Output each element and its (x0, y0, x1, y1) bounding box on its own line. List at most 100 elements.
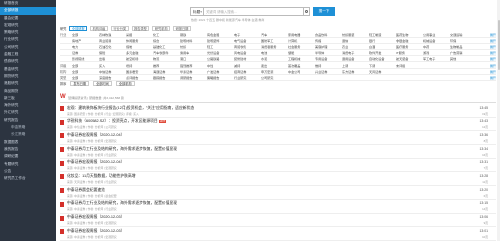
filter-option[interactable]: 医疗服务 (396, 44, 423, 49)
filter-option[interactable]: 美容护理 (315, 44, 342, 49)
filter-option[interactable]: 有色金属 (207, 32, 234, 37)
filter-option[interactable]: 行业研究 (234, 75, 261, 80)
filter-option[interactable]: 中药 (423, 44, 450, 49)
filter-option[interactable]: 国防军工 (261, 38, 288, 43)
sidebar-item[interactable]: 行业研究 (0, 36, 56, 43)
filter-option[interactable]: 白酒 (369, 44, 396, 49)
sidebar-item[interactable]: 研报首页 (0, 0, 56, 7)
filter-option[interactable]: 机械设备 (423, 38, 450, 43)
filter-option[interactable]: 证券 (72, 50, 99, 55)
filter-option[interactable]: 社会服务 (288, 44, 315, 49)
filter-option[interactable]: 军工电子 (423, 56, 450, 61)
filter-option[interactable]: 未评级 (396, 63, 423, 68)
filter-option[interactable]: 中性 (207, 63, 234, 68)
expand-link[interactable]: 展开 (482, 56, 496, 61)
sort-option[interactable]: 发布日期 (70, 81, 90, 86)
report-title[interactable]: 中泰证券宏观周报（2020-12-04） (67, 133, 124, 138)
filter-option[interactable]: 强烈推荐 (180, 63, 207, 68)
sort-option[interactable]: 全部机构 (115, 81, 135, 86)
filter-chip[interactable]: 研报日期 (173, 26, 191, 31)
list-item[interactable]: 宏观：建筑装饰板块行业报告(12月)投资机会，"关注"应用指南，适应新状态 来源:… (60, 104, 496, 118)
list-item[interactable]: 中泰证券月工行业及结构研究，海外需求逐步恢复，配置价值显现 来源: 中泰证券 | … (60, 145, 496, 159)
sidebar-item[interactable]: 商品期货 (0, 88, 56, 95)
filter-option[interactable]: 商业贸易 (99, 38, 126, 43)
expand-link[interactable]: 展开 (482, 32, 496, 37)
sidebar-item[interactable]: 晨会纪要 (0, 15, 56, 22)
sort-option[interactable]: 全部时间 (93, 81, 112, 86)
filter-option[interactable]: 计算机 (288, 38, 315, 43)
filter-option[interactable]: 自动化设备 (369, 56, 396, 61)
list-item[interactable]: 化妆品：11月天猫数据，功能性护肤高增 来源: 天风证券 | 作者: 分析师 | … (60, 172, 496, 187)
filter-option[interactable]: 广发证券 (207, 69, 234, 74)
filter-option[interactable]: 全部 (72, 63, 99, 68)
sidebar-item[interactable]: 新三板 (0, 95, 56, 102)
filter-option[interactable]: 调研报告 (180, 75, 207, 80)
list-item[interactable]: 中泰证券宏观周报（2020-12-04） 来源: 中泰证券 | 作者: 分析师 |… (60, 131, 496, 146)
search-input[interactable]: 关键词 请输入搜索... (204, 7, 304, 16)
filter-option[interactable]: 纺织 (180, 44, 207, 49)
expand-link[interactable]: 展开 (482, 69, 496, 74)
filter-option[interactable]: 基础化工 (153, 44, 180, 49)
scrollbar-thumb[interactable] (497, 20, 500, 70)
expand-link[interactable]: 展开 (482, 75, 496, 80)
filter-option[interactable]: 天风证券 (369, 69, 396, 74)
sidebar-item[interactable]: 调研纪要 (0, 153, 56, 160)
search-icon[interactable] (304, 7, 310, 16)
search-button[interactable]: 搜一下 (313, 7, 335, 16)
filter-option[interactable]: 广告营销 (450, 50, 477, 55)
sidebar-item[interactable]: 债券研究 (0, 58, 56, 65)
filter-chip[interactable]: 全部研报 (69, 26, 88, 31)
filter-option[interactable]: 深度报告 (99, 75, 126, 80)
sidebar-item[interactable]: 期货研究 (0, 73, 56, 80)
filter-option[interactable]: 储能 (288, 50, 315, 55)
filter-option[interactable]: 农业 (342, 44, 369, 49)
filter-option[interactable]: 光伏设备 (207, 50, 234, 55)
filter-option[interactable]: 跟踪报告 (153, 75, 180, 80)
sidebar-item[interactable]: 研究报告 (0, 117, 56, 124)
report-title[interactable]: 中泰证券晨会纪要速览 (67, 188, 105, 193)
report-title[interactable]: 中泰证券宏观周报（2020-12-03） (67, 215, 124, 220)
sidebar-item[interactable]: 数据图表 (0, 139, 56, 146)
filter-chip[interactable]: 研究机构 (152, 26, 171, 31)
sidebar-item[interactable]: 研究员工作台 (0, 175, 56, 182)
sidebar-item[interactable]: 外汇研究 (0, 109, 56, 116)
filter-option[interactable]: 纺织服装 (342, 32, 369, 37)
list-item[interactable]: 中泰证券宏观周报（2020-12-04） 来源: 中泰证券 | 作者: 分析师 |… (60, 159, 496, 173)
sidebar-item[interactable]: 基金研究 (0, 66, 56, 73)
filter-option[interactable]: 轻工制造 (369, 32, 396, 37)
filter-option[interactable]: 汽车零部件 (153, 50, 180, 55)
filter-option[interactable]: 建筑装饰 (207, 38, 234, 43)
filter-option[interactable]: 卖出 (261, 63, 288, 68)
filter-option[interactable]: 软件开发 (369, 50, 396, 55)
sidebar-item[interactable]: 港股研究 (0, 80, 56, 87)
filter-option[interactable]: 国泰君安 (126, 69, 153, 74)
report-title[interactable]: 中泰证券宏观周报（2020-12-03） (67, 229, 124, 234)
sidebar-item[interactable]: 策略研究 (0, 29, 56, 36)
filter-option[interactable]: 招商证券 (234, 69, 261, 74)
hot-search-terms[interactable]: 热搜: 2021 十四五 碳中和 新能源汽车 半导体 白酒 券商 (191, 18, 264, 22)
filter-option[interactable]: 策略报告 (207, 75, 234, 80)
filter-option[interactable]: 维持 (315, 63, 342, 68)
filter-chip[interactable]: 行业分类 (110, 26, 129, 31)
report-title[interactable]: 华锐科技（600582.SZ）：投资亮点，开发区能源项目 HOT (67, 119, 167, 124)
list-item[interactable]: 中泰证券宏观周报（2020-12-03） 来源: 中泰证券 | 作者: 分析师 |… (60, 227, 496, 241)
filter-option[interactable]: 点评报告 (126, 75, 153, 80)
expand-link[interactable]: 展开 (482, 44, 496, 49)
filter-option[interactable]: 商贸零售 (234, 44, 261, 49)
filter-option[interactable]: 煤炭 (126, 44, 153, 49)
filter-option[interactable]: 减持 (234, 63, 261, 68)
filter-option[interactable]: 休闲服务 (126, 38, 153, 43)
filter-option[interactable]: 通信 (342, 38, 369, 43)
list-item[interactable]: 华锐科技（600582.SZ）：投资亮点，开发区能源项目 HOT 来源: 中信证券 … (60, 118, 496, 132)
filter-option[interactable]: 推荐 (153, 63, 180, 68)
filter-option[interactable]: 保险 (99, 50, 126, 55)
list-item[interactable]: 中泰证券晨会纪要速览 来源: 中泰证券 | 作者: 分析师 | 晨会纪要 13:20… (60, 186, 496, 200)
filter-option[interactable]: 航天装备 (396, 56, 423, 61)
filter-option[interactable]: 电力 (72, 44, 99, 49)
expand-link[interactable]: 展开 (482, 38, 496, 43)
filter-option[interactable]: 农林牧渔 (99, 32, 126, 37)
filter-option[interactable]: 生物制品 (450, 44, 477, 49)
filter-option[interactable]: 传媒 (315, 38, 342, 43)
filter-option[interactable]: 申万宏源 (261, 69, 288, 74)
filter-option[interactable]: 全部 (72, 69, 99, 74)
